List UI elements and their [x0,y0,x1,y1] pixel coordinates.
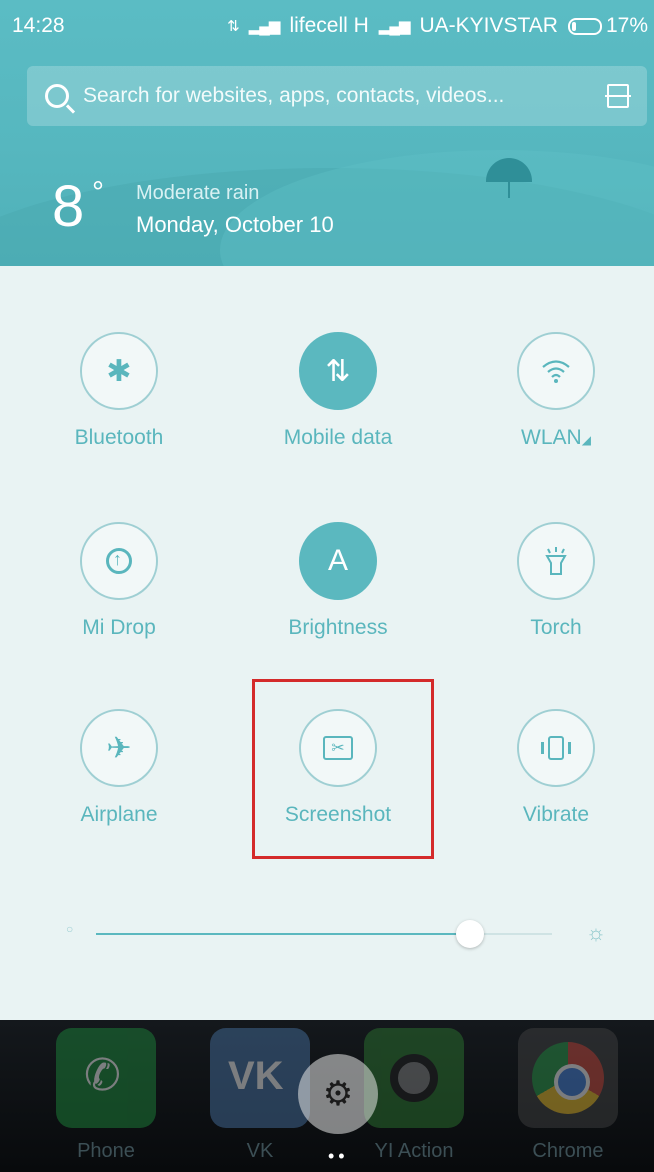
search-icon [45,84,69,108]
status-right: ⇅ ▂▄▆ lifecell H ▂▄▆ UA-KYIVSTAR 17% [227,14,648,38]
slider-knob[interactable] [455,920,484,948]
temperature-value: 8 [52,174,85,239]
vibrate-icon [517,709,595,787]
app-label-phone: Phone [77,1140,135,1162]
scan-icon[interactable] [605,84,631,108]
toggle-label: WLAN◢ [471,426,641,450]
brightness-low-icon: ○ [66,922,74,936]
toggle-mobile-data[interactable]: ⇅ Mobile data [253,332,423,450]
vk-icon[interactable]: VK [210,1028,310,1128]
battery-percent: 17% [605,14,648,37]
settings-gear-icon[interactable]: ⚙ [298,1054,378,1134]
slider-fill [96,933,470,935]
expand-icon: ◢ [581,433,591,447]
search-placeholder: Search for websites, apps, contacts, vid… [83,84,505,107]
toggle-label: Mi Drop [82,616,156,639]
toggle-label: Vibrate [522,803,590,826]
vibrate-glyph [541,736,571,760]
brightness-auto-icon: A [299,522,377,600]
app-label-vk: VK [246,1140,274,1162]
torch-icon [517,522,595,600]
toggle-vibrate[interactable]: Vibrate [471,709,641,827]
degree-symbol: ° [92,176,104,209]
battery-indicator: 17% [567,14,648,38]
toggle-brightness[interactable]: A Brightness [253,522,423,640]
signal-icon: ▂▄▆ [248,18,281,35]
mi-drop-icon [80,522,158,600]
landscape-hill [220,150,654,266]
toggle-bluetooth[interactable]: ✱ Bluetooth [34,332,204,450]
weather-date: Monday, October 10 [136,212,334,237]
app-label-yi-action: YI Action [374,1140,454,1162]
wifi-glyph [542,360,570,383]
toggle-airplane[interactable]: ✈ Airplane [34,709,204,827]
toggle-label: Airplane [80,803,158,826]
airplane-icon: ✈ [80,709,158,787]
upload-arrow-icon [106,548,132,574]
chrome-icon[interactable] [518,1028,618,1128]
toggle-label: Torch [530,616,582,639]
bluetooth-icon: ✱ [80,332,158,410]
carrier2-label: UA-KYIVSTAR [419,14,558,37]
search-bar[interactable]: Search for websites, apps, contacts, vid… [27,66,647,126]
status-bar: 14:28 ⇅ ▂▄▆ lifecell H ▂▄▆ UA-KYIVSTAR 1… [0,0,654,46]
toggle-mi-drop[interactable]: Mi Drop [34,522,204,640]
page-indicator-dots: •• [328,1146,349,1166]
highlight-box [252,679,434,859]
phone-icon[interactable]: ✆ [56,1028,156,1128]
torch-glyph [545,547,567,575]
data-transfer-icon: ⇅ [227,18,240,35]
carrier1-label: lifecell H [289,14,369,37]
brightness-high-icon: ☼ [585,920,606,945]
toggle-label: Bluetooth [74,426,164,449]
toggle-label: Brightness [288,616,388,639]
battery-icon [567,17,602,35]
mobile-data-icon: ⇅ [299,332,377,410]
weather-condition: Moderate rain [136,182,260,204]
wifi-icon [517,332,595,410]
toggle-wlan[interactable]: WLAN◢ [471,332,641,450]
signal-icon: ▂▄▆ [378,18,411,35]
app-label-chrome: Chrome [532,1140,604,1162]
brightness-slider[interactable]: ○ ☼ [66,918,614,948]
toggle-torch[interactable]: Torch [471,522,641,640]
yi-action-icon[interactable] [364,1028,464,1128]
notification-header: 14:28 ⇅ ▂▄▆ lifecell H ▂▄▆ UA-KYIVSTAR 1… [0,0,654,266]
weather-temperature[interactable]: 8 ° [52,178,104,236]
status-time: 14:28 [12,14,65,37]
toggle-label: Mobile data [283,426,393,449]
wlan-label: WLAN [521,426,582,449]
